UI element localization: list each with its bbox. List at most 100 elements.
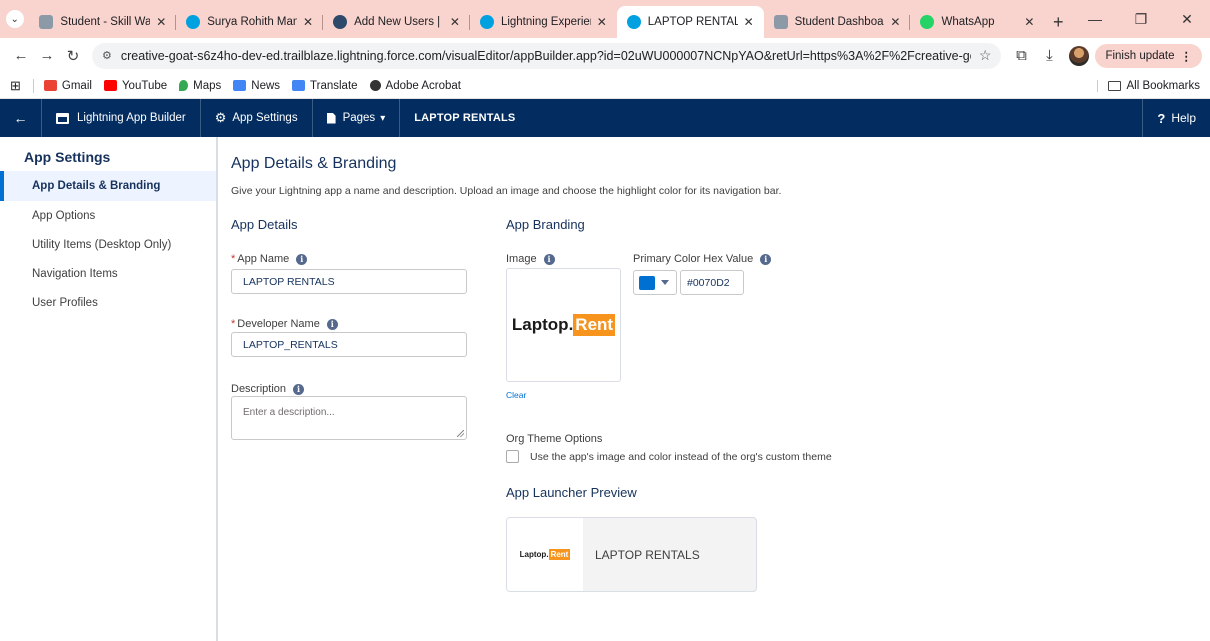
- description-placeholder: Enter a description...: [243, 407, 335, 418]
- info-icon[interactable]: i: [296, 253, 308, 265]
- tab-search-button[interactable]: ⌄: [0, 0, 29, 38]
- bookmark-translate[interactable]: Translate: [292, 80, 358, 92]
- apps-grid-icon[interactable]: ⊞: [10, 78, 21, 94]
- bookmark-maps[interactable]: Maps: [179, 80, 221, 92]
- hex-color-input[interactable]: #0070D2: [680, 270, 744, 295]
- maps-pin-icon: [179, 80, 189, 91]
- address-bar-row: ← → ↻ ⚙ creative-goat-s6z4ho-dev-ed.trai…: [0, 38, 1210, 73]
- forward-arrow-icon[interactable]: →: [34, 47, 60, 64]
- salesforce-cloud-icon: [626, 15, 641, 29]
- bookmark-youtube[interactable]: YouTube: [103, 80, 167, 92]
- all-bookmarks-button[interactable]: All Bookmarks: [1096, 79, 1200, 92]
- close-icon[interactable]: ✕: [597, 15, 607, 29]
- info-icon[interactable]: i: [543, 253, 555, 265]
- sidebar-item-navigation-items[interactable]: Navigation Items: [0, 259, 216, 288]
- sidebar-heading: App Settings: [24, 149, 111, 165]
- youtube-icon: [103, 80, 117, 91]
- description-label-text: Description: [231, 383, 287, 395]
- browser-tab[interactable]: Add New Users | Sale ✕: [323, 6, 470, 38]
- app-name-label-text: App Name: [237, 253, 290, 265]
- extensions-puzzle-icon[interactable]: ⧉: [1007, 47, 1035, 64]
- bookmark-label: Maps: [193, 79, 222, 92]
- close-icon[interactable]: ✕: [1024, 15, 1034, 29]
- bookmark-gmail[interactable]: Gmail: [43, 79, 92, 92]
- browser-tab[interactable]: Student Dashboard ✕: [764, 6, 911, 38]
- launcher-logo-cell: Laptop. Rent: [507, 518, 583, 591]
- main-content: App Details & Branding Give your Lightni…: [220, 137, 1210, 641]
- developer-name-input[interactable]: LAPTOP_RENTALS: [231, 332, 467, 357]
- trailhead-icon: [333, 15, 348, 29]
- back-arrow-icon[interactable]: ←: [8, 47, 34, 64]
- color-picker-button[interactable]: [633, 270, 677, 295]
- app-launcher-preview-heading: App Launcher Preview: [506, 485, 637, 500]
- logo-text-right: Rent: [548, 549, 571, 560]
- salesforce-cloud-icon: [186, 15, 201, 29]
- app-settings-button[interactable]: ⚙ App Settings: [201, 99, 313, 137]
- close-icon[interactable]: ✕: [890, 15, 900, 29]
- browser-tab[interactable]: Surya Rohith Manga ✕: [176, 6, 323, 38]
- site-favicon-icon: [773, 15, 788, 29]
- bookmark-label: News: [251, 79, 281, 92]
- bookmark-adobe-acrobat[interactable]: Adobe Acrobat: [369, 79, 461, 92]
- developer-name-label-text: Developer Name: [237, 318, 320, 330]
- clear-image-link[interactable]: Clear: [506, 390, 526, 400]
- minimize-icon[interactable]: —: [1072, 11, 1118, 27]
- help-button[interactable]: ? Help: [1142, 99, 1210, 137]
- info-icon[interactable]: i: [293, 383, 305, 395]
- salesforce-cloud-icon: [479, 15, 494, 29]
- close-icon[interactable]: ✕: [303, 15, 313, 29]
- app-name-input[interactable]: LAPTOP RENTALS: [231, 269, 467, 294]
- reload-icon[interactable]: ↻: [60, 47, 86, 65]
- translate-icon: [292, 80, 306, 91]
- restore-icon[interactable]: ❐: [1118, 11, 1164, 28]
- site-settings-icon[interactable]: ⚙: [102, 49, 112, 62]
- lightning-app-builder-title: Lightning App Builder: [42, 99, 201, 137]
- browser-tab[interactable]: Lightning Experience ✕: [470, 6, 617, 38]
- folder-icon: [1107, 80, 1121, 91]
- app-image-upload[interactable]: Laptop. Rent: [506, 268, 621, 382]
- resize-handle-icon[interactable]: [457, 430, 464, 437]
- bookmark-news[interactable]: News: [233, 80, 280, 92]
- caret-down-icon: [661, 280, 669, 285]
- new-tab-plus-icon[interactable]: +: [1044, 6, 1072, 38]
- sidebar-item-app-details-branding[interactable]: App Details & Branding: [0, 171, 216, 201]
- profile-avatar[interactable]: [1069, 45, 1090, 66]
- logo-text-right: Rent: [573, 314, 616, 336]
- url-input[interactable]: ⚙ creative-goat-s6z4ho-dev-ed.trailblaze…: [92, 42, 1002, 69]
- sidebar-item-user-profiles[interactable]: User Profiles: [0, 288, 216, 317]
- pages-dropdown[interactable]: Pages ▾: [313, 99, 401, 137]
- close-icon[interactable]: ✕: [744, 15, 754, 29]
- image-label: Image i: [506, 253, 555, 265]
- developer-name-label: * Developer Name i: [231, 318, 338, 330]
- browser-tab[interactable]: Student - Skill Wallet ✕: [29, 6, 177, 38]
- sidebar-item-utility-items[interactable]: Utility Items (Desktop Only): [0, 230, 216, 259]
- pages-label: Pages: [342, 112, 376, 124]
- close-window-icon[interactable]: ✕: [1164, 11, 1210, 28]
- laptop-rent-logo: Laptop. Rent: [511, 314, 616, 336]
- window-controls: — ❐ ✕: [1072, 0, 1210, 38]
- bookmark-star-icon[interactable]: ☆: [979, 47, 992, 64]
- tab-title: Surya Rohith Manga: [207, 16, 298, 28]
- app-builder-icon: [56, 112, 69, 124]
- browser-tab[interactable]: WhatsApp ✕: [910, 6, 1044, 38]
- close-icon[interactable]: ✕: [156, 15, 166, 29]
- help-question-icon: ?: [1157, 110, 1166, 126]
- download-icon[interactable]: ⤓: [1035, 47, 1063, 64]
- description-textarea[interactable]: Enter a description...: [231, 396, 467, 440]
- sidebar-item-app-options[interactable]: App Options: [0, 201, 216, 230]
- browser-tab-active[interactable]: LAPTOP RENTALS - L ✕: [616, 6, 764, 38]
- org-theme-checkbox[interactable]: [506, 450, 519, 463]
- close-icon[interactable]: ✕: [450, 15, 460, 29]
- back-arrow-icon[interactable]: ←: [0, 99, 42, 137]
- news-icon: [233, 80, 247, 91]
- app-name-label: * App Name i: [231, 253, 308, 265]
- finish-update-label: Finish update: [1105, 49, 1175, 62]
- more-vertical-icon: ⋮: [1180, 50, 1193, 63]
- logo-text-left: Laptop: [511, 315, 569, 334]
- bookmark-label: Adobe Acrobat: [385, 79, 461, 92]
- info-icon[interactable]: i: [326, 318, 338, 330]
- bookmark-label: Gmail: [61, 79, 92, 92]
- chevron-down-icon: ▾: [380, 112, 386, 124]
- finish-update-button[interactable]: Finish update ⋮: [1095, 43, 1202, 68]
- info-icon[interactable]: i: [760, 253, 772, 265]
